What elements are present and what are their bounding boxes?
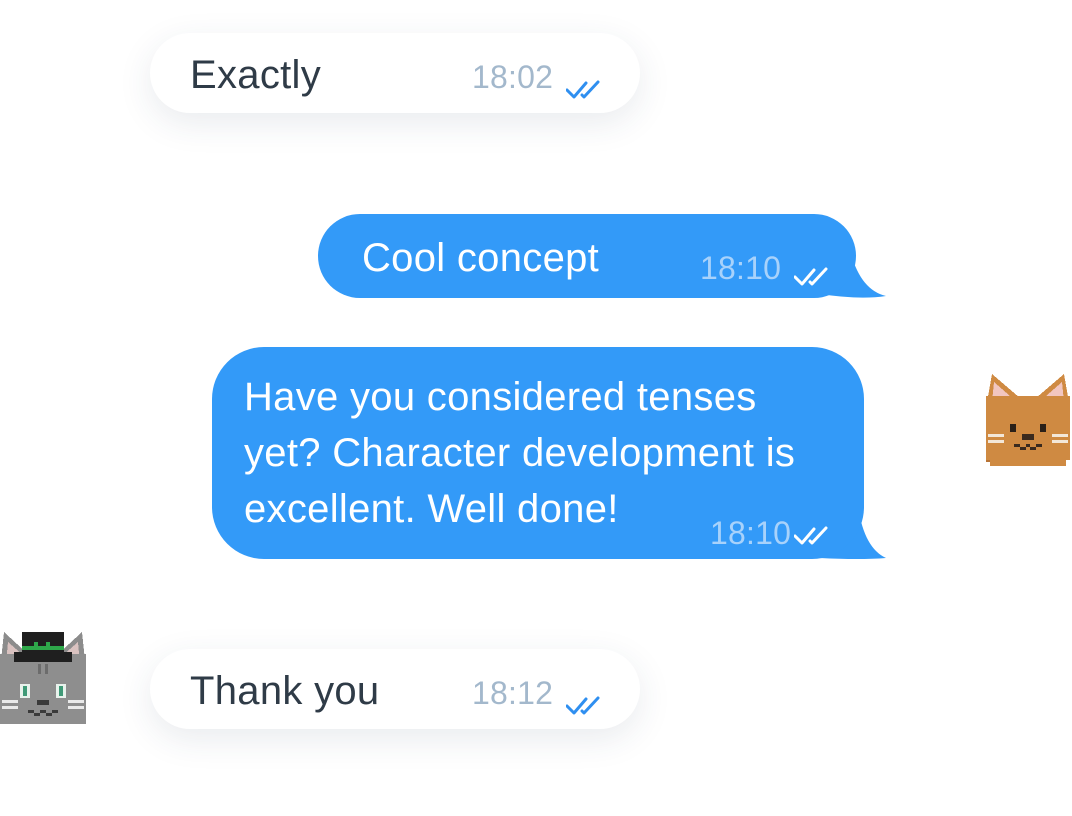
message-text: Have you considered tenses yet? Characte… [244,375,796,531]
sender-avatar[interactable] [984,372,1072,468]
message-time: 18:02 [472,59,554,95]
double-check-icon [566,80,600,99]
double-check-icon [566,696,600,715]
message-text: Thank you [190,669,380,713]
message-text: Exactly [190,53,322,97]
message-bubble-outgoing[interactable]: Have you considered tenses yet? Characte… [212,347,864,559]
double-check-icon [794,267,828,286]
receiver-avatar[interactable] [0,630,88,726]
chat-area: Exactly 18:02 Cool concept 18:10 Have yo… [0,0,1072,816]
double-check-icon [794,526,828,545]
message-bubble-incoming[interactable]: Exactly 18:02 [150,33,640,113]
message-time: 18:12 [472,675,554,711]
message-text: Cool concept [362,236,600,280]
message-time: 18:10 [710,515,792,551]
message-time: 18:10 [700,250,782,286]
message-bubble-outgoing[interactable]: Cool concept 18:10 [318,214,856,298]
message-bubble-incoming[interactable]: Thank you 18:12 [150,649,640,729]
